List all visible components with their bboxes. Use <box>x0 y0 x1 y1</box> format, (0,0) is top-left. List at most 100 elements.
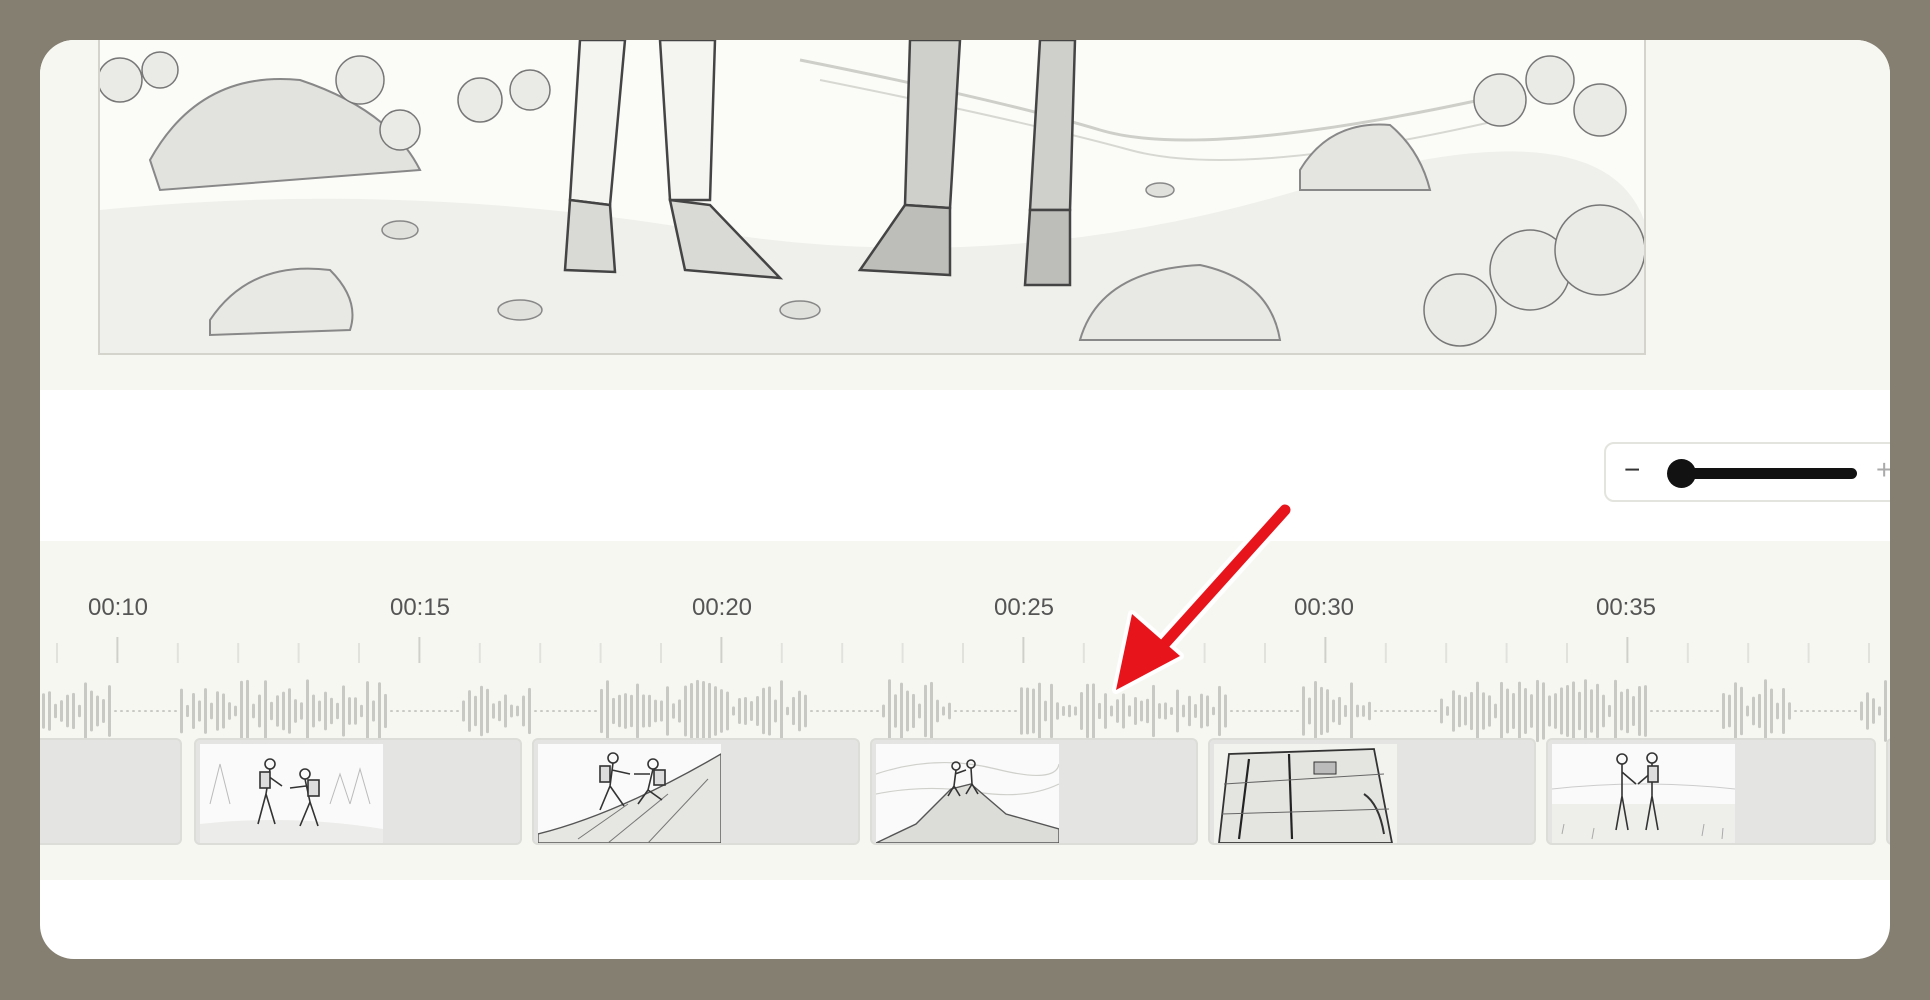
waveform-bar <box>186 704 189 718</box>
waveform-bar <box>1188 695 1191 727</box>
timeline-panel[interactable]: 00:10 00:15 00:20 00:25 00:30 00:35 <box>40 541 1890 880</box>
waveform-bar <box>282 691 285 731</box>
waveform-bar <box>324 691 327 731</box>
waveform-bar <box>1026 687 1029 735</box>
waveform-bar <box>1344 704 1347 718</box>
waveform-bar <box>1632 696 1635 726</box>
waveform-bar <box>1506 688 1509 734</box>
waveform-bar <box>546 710 549 712</box>
waveform-bar <box>1266 710 1269 712</box>
waveform-bar <box>672 703 675 719</box>
waveform-bar <box>222 693 225 729</box>
clip-6[interactable] <box>1546 738 1876 845</box>
waveform-bar <box>720 689 723 733</box>
waveform-bar <box>1050 683 1053 739</box>
zoom-out-button[interactable]: − <box>1624 454 1640 486</box>
waveform-bar <box>210 702 213 720</box>
zoom-slider-track[interactable] <box>1672 468 1857 479</box>
waveform-bar <box>1530 694 1533 728</box>
waveform-bar <box>1068 704 1071 718</box>
waveform-bar <box>1428 710 1431 712</box>
waveform-bar <box>954 710 957 712</box>
waveform-bar <box>990 710 993 712</box>
waveform-bar <box>1230 710 1233 712</box>
waveform-bar <box>786 706 789 716</box>
waveform-bar <box>1806 710 1809 712</box>
waveform-bar <box>252 703 255 719</box>
hikers-helping-sketch-icon <box>200 744 383 843</box>
waveform-bar <box>90 690 93 732</box>
waveform-bar <box>1212 706 1215 716</box>
waveform-bar <box>1098 702 1101 720</box>
waveform-bar <box>378 682 381 740</box>
waveform-bar <box>768 686 771 736</box>
waveform-bar <box>810 710 813 712</box>
waveform-bar <box>168 710 171 712</box>
clip-3[interactable] <box>532 738 860 845</box>
waveform-bar <box>1818 710 1821 712</box>
clip-2[interactable] <box>194 738 522 845</box>
waveform-bar <box>972 710 975 712</box>
waveform-bar <box>516 705 519 717</box>
clip-1[interactable] <box>40 738 182 845</box>
time-ruler-ticks <box>56 637 1870 663</box>
waveform-bar <box>288 688 291 734</box>
waveform-bar <box>528 687 531 735</box>
waveform-bar <box>1734 682 1737 740</box>
waveform-bar <box>900 682 903 740</box>
hikers-on-summit-sketch-icon <box>876 744 1059 843</box>
waveform-bar <box>450 710 453 712</box>
zoom-slider-thumb[interactable] <box>1667 459 1696 488</box>
waveform-bar <box>336 702 339 720</box>
waveform-bar <box>1836 710 1839 712</box>
waveform-bar <box>1356 704 1359 718</box>
waveform-bar <box>408 710 411 712</box>
zoom-in-button[interactable]: + <box>1876 454 1890 486</box>
waveform-bar <box>1242 710 1245 712</box>
waveform-bar <box>156 710 159 712</box>
waveform-bar <box>114 710 117 712</box>
waveform-bar <box>432 710 435 712</box>
waveform-bar <box>828 710 831 712</box>
waveform-bar <box>1878 706 1881 716</box>
waveform-bar <box>1866 692 1869 730</box>
clip-4[interactable] <box>870 738 1198 845</box>
waveform-bar <box>1296 710 1299 712</box>
waveform-bar <box>396 710 399 712</box>
waveform-bar <box>1092 683 1095 739</box>
waveform-bar <box>762 687 765 735</box>
waveform-bar <box>1536 679 1539 743</box>
waveform-bar <box>1638 685 1641 737</box>
waveform-bar <box>1746 705 1749 717</box>
waveform-bar <box>1290 710 1293 712</box>
waveform-bar <box>1548 695 1551 727</box>
waveform-bar <box>1596 683 1599 739</box>
waveform-bar <box>150 710 153 712</box>
waveform-bar <box>1500 681 1503 741</box>
waveform-bar <box>846 710 849 712</box>
clip-5[interactable] <box>1208 738 1536 845</box>
waveform-bar <box>444 710 447 712</box>
clip-7[interactable] <box>1886 738 1890 845</box>
waveform-bar <box>276 695 279 727</box>
waveform-bar <box>1812 710 1815 712</box>
waveform-bar <box>1692 710 1695 712</box>
waveform-bar <box>1164 702 1167 720</box>
waveform-bar <box>1056 702 1059 720</box>
waveform-bar <box>1206 695 1209 727</box>
waveform-bar <box>798 690 801 732</box>
waveform-bar <box>474 695 477 727</box>
waveform-bar <box>426 710 429 712</box>
waveform-bar <box>1104 693 1107 729</box>
waveform-bar <box>1002 710 1005 712</box>
waveform-bar <box>492 703 495 719</box>
waveform-bar <box>342 685 345 737</box>
waveform-bar <box>204 688 207 734</box>
waveform-bar <box>1308 697 1311 725</box>
waveform-bar <box>234 705 237 717</box>
waveform-bar <box>66 694 69 728</box>
waveform-bar <box>360 704 363 718</box>
waveform-bar <box>1830 710 1833 712</box>
waveform-bar <box>180 688 183 734</box>
waveform-bar <box>1824 710 1827 712</box>
